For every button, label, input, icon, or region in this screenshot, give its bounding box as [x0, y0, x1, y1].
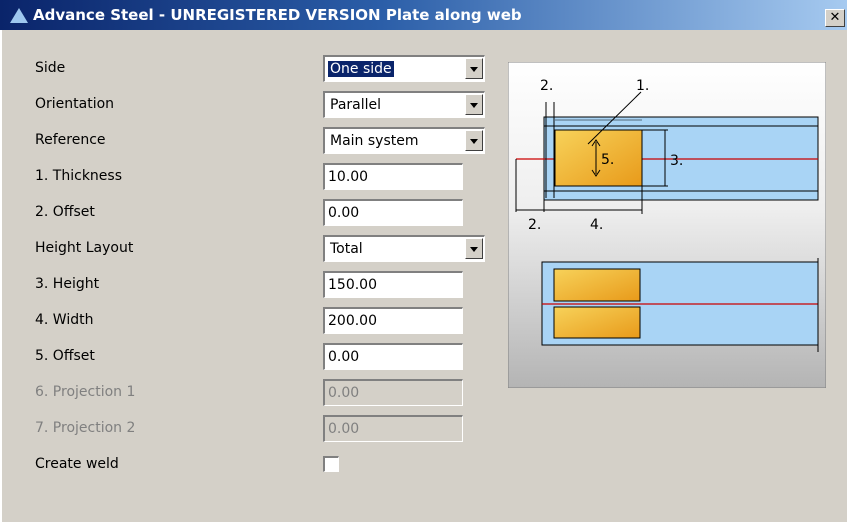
diagram-label-4: 4.	[590, 217, 603, 233]
diagram-label-1: 1.	[636, 78, 649, 94]
height-layout-value: Total	[330, 241, 363, 257]
reference-dropdown[interactable]: Main system	[323, 127, 485, 154]
plate-diagram: 2. 1. 5. 3. 2. 4.	[508, 62, 826, 388]
offset2-label: 2. Offset	[35, 204, 95, 220]
close-icon: ✕	[829, 10, 841, 25]
dialog-subtitle: Plate along web	[385, 6, 522, 24]
side-chevron-down-icon[interactable]	[465, 58, 483, 79]
diagram-label-3: 3.	[670, 153, 683, 169]
side-dropdown[interactable]: One side	[323, 55, 485, 82]
create-weld-checkbox[interactable]	[323, 456, 339, 472]
diagram-label-2-top: 2.	[540, 78, 553, 94]
plate-shape	[554, 129, 643, 187]
section-plate-top	[553, 268, 641, 302]
window-left-border	[0, 30, 2, 522]
offset2-input[interactable]	[323, 199, 463, 226]
offset5-label: 5. Offset	[35, 348, 95, 364]
advance-steel-icon	[10, 8, 28, 23]
diagram-label-5: 5.	[601, 152, 614, 168]
close-button[interactable]: ✕	[825, 9, 845, 27]
height-label: 3. Height	[35, 276, 100, 292]
height-layout-dropdown[interactable]: Total	[323, 235, 485, 262]
height-input[interactable]	[323, 271, 463, 298]
projection2-label: 7. Projection 2	[35, 420, 136, 436]
width-input[interactable]	[323, 307, 463, 334]
diagram-label-2-bottom: 2.	[528, 217, 541, 233]
section-plate-bottom	[553, 306, 641, 339]
title-bar: Advance Steel - UNREGISTERED VERSION Pla…	[0, 0, 847, 30]
thickness-input[interactable]	[323, 163, 463, 190]
reference-value: Main system	[330, 133, 419, 149]
orientation-value: Parallel	[330, 97, 382, 113]
create-weld-label: Create weld	[35, 456, 119, 472]
height-layout-chevron-down-icon[interactable]	[465, 238, 483, 259]
projection1-input	[323, 379, 463, 406]
orientation-label: Orientation	[35, 96, 115, 112]
thickness-label: 1. Thickness	[35, 168, 123, 184]
width-label: 4. Width	[35, 312, 94, 328]
offset5-input[interactable]	[323, 343, 463, 370]
orientation-dropdown[interactable]: Parallel	[323, 91, 485, 118]
projection2-input	[323, 415, 463, 442]
app-title: Advance Steel - UNREGISTERED VERSION	[33, 6, 381, 24]
reference-chevron-down-icon[interactable]	[465, 130, 483, 151]
window-title: Advance Steel - UNREGISTERED VERSION Pla…	[33, 6, 522, 24]
orientation-chevron-down-icon[interactable]	[465, 94, 483, 115]
side-value: One side	[327, 60, 395, 78]
projection1-label: 6. Projection 1	[35, 384, 136, 400]
side-label: Side	[35, 60, 66, 76]
height-layout-label: Height Layout	[35, 240, 134, 256]
reference-label: Reference	[35, 132, 106, 148]
